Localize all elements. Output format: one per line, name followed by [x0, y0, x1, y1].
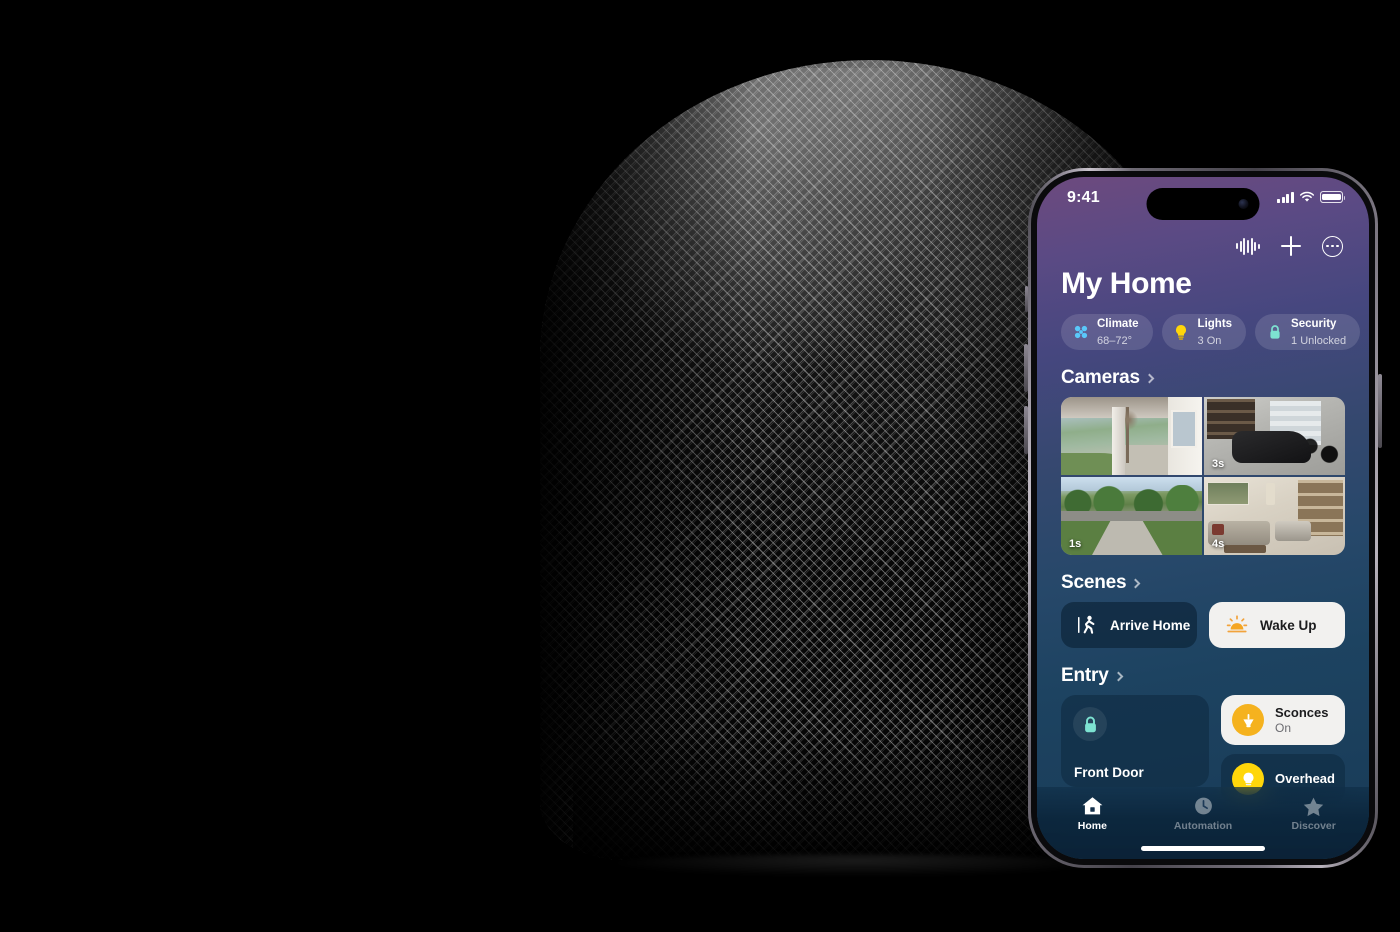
tab-home[interactable]: Home [1037, 795, 1148, 832]
accessory-front-door[interactable]: Front Door [1061, 695, 1209, 787]
camera-timestamp: 3s [1212, 458, 1225, 470]
camera-timestamp: 1s [1069, 538, 1082, 550]
waveform-icon [1235, 237, 1260, 255]
scene-arrive-home[interactable]: Arrive Home [1061, 602, 1197, 648]
status-chip-row[interactable]: Climate 68–72° Lights 3 On Security 1 Un… [1037, 301, 1369, 350]
wifi-icon [1299, 191, 1315, 202]
section-title: Entry [1061, 665, 1109, 686]
section-header-cameras[interactable]: Cameras [1037, 350, 1369, 397]
camera-grid: 3s 1s 4s [1061, 397, 1345, 555]
chip-subtitle: 68–72° [1097, 335, 1132, 347]
signal-bars-icon [1277, 191, 1294, 203]
chevron-right-icon [1144, 373, 1155, 384]
status-bar-time: 9:41 [1067, 189, 1100, 206]
tab-label: Automation [1173, 820, 1233, 832]
status-chip-security[interactable]: Security 1 Unlocked [1255, 314, 1361, 350]
camera-timestamp: 4s [1212, 538, 1225, 550]
page-title: My Home [1061, 267, 1192, 300]
accessory-label: Sconces [1275, 705, 1329, 721]
chip-title: Security [1291, 318, 1337, 331]
iphone-screen: 9:41 My Home Climate 68–72° Lights 3 On … [1037, 177, 1369, 859]
chip-title: Lights [1197, 318, 1233, 331]
clock-icon [1194, 797, 1212, 815]
sconce-lamp-icon [1232, 704, 1264, 736]
accessory-label: Overhead [1275, 771, 1335, 787]
section-header-scenes[interactable]: Scenes [1037, 555, 1369, 602]
accessory-label: Front Door [1074, 765, 1144, 780]
power-button[interactable] [1378, 374, 1382, 448]
status-bar-indicators [1277, 191, 1346, 203]
house-icon [1082, 797, 1103, 815]
chip-subtitle: 3 On [1197, 335, 1222, 347]
iphone-device: 9:41 My Home Climate 68–72° Lights 3 On … [1024, 168, 1382, 868]
section-header-entry[interactable]: Entry [1037, 648, 1369, 695]
sunrise-icon [1226, 615, 1248, 633]
camera-tile-living-room[interactable]: 4s [1204, 477, 1345, 555]
status-chip-lights[interactable]: Lights 3 On [1161, 314, 1247, 350]
screenshot-canvas: 9:41 My Home Climate 68–72° Lights 3 On … [0, 0, 1400, 932]
scenes-row: Arrive Home Wake Up [1037, 602, 1369, 648]
scene-wake-up[interactable]: Wake Up [1209, 602, 1345, 648]
accessory-sconces[interactable]: Sconces On [1221, 695, 1345, 745]
scene-label: Arrive Home [1110, 617, 1191, 633]
chip-title: Climate [1097, 318, 1139, 331]
camera-tile-garage[interactable]: 3s [1204, 397, 1345, 475]
home-app-content: My Home Climate 68–72° Lights 3 On Secur… [1037, 227, 1369, 859]
chevron-right-icon [1130, 578, 1141, 589]
status-chip-climate[interactable]: Climate 68–72° [1061, 314, 1153, 350]
star-icon [1303, 797, 1324, 817]
tab-automation[interactable]: Automation [1148, 795, 1259, 832]
lock-icon [1073, 707, 1107, 741]
home-indicator[interactable] [1141, 846, 1265, 851]
audio-waveform-button[interactable] [1235, 237, 1260, 255]
scene-label: Wake Up [1260, 617, 1317, 633]
camera-tile-front-porch[interactable] [1061, 397, 1202, 475]
fan-icon [1072, 324, 1089, 341]
bulb-icon [1173, 324, 1190, 341]
chip-subtitle: 1 Unlocked [1291, 335, 1347, 347]
lock-icon [1266, 324, 1283, 341]
tab-discover[interactable]: Discover [1258, 795, 1369, 832]
camera-tile-driveway[interactable]: 1s [1061, 477, 1202, 555]
ellipsis-circle-icon [1322, 235, 1343, 257]
section-title: Scenes [1061, 572, 1127, 593]
more-options-button[interactable] [1322, 235, 1343, 257]
add-button[interactable] [1281, 236, 1301, 256]
battery-icon [1320, 191, 1346, 203]
walking-person-icon [1078, 615, 1095, 634]
accessory-state: On [1275, 720, 1292, 735]
tab-label: Discover [1291, 820, 1336, 832]
dynamic-island[interactable] [1146, 188, 1260, 220]
front-camera-icon [1238, 199, 1249, 209]
plus-icon [1281, 236, 1301, 256]
tab-label: Home [1077, 820, 1107, 832]
app-toolbar [1037, 227, 1369, 261]
chevron-right-icon [1113, 671, 1124, 682]
section-title: Cameras [1061, 367, 1140, 388]
